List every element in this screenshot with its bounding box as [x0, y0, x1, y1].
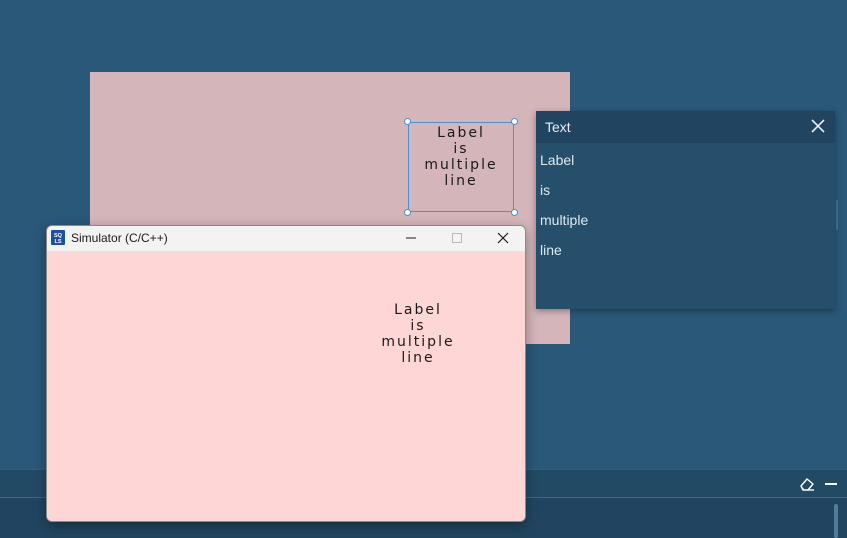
text-line: Label	[540, 152, 575, 168]
simulator-label-line: multiple	[381, 334, 455, 350]
app-icon: SQ LS	[51, 230, 65, 245]
text-line: multiple	[540, 212, 589, 228]
selected-label-widget[interactable]: Label is multiple line	[404, 118, 518, 216]
minimize-icon[interactable]	[824, 476, 838, 492]
resize-handle-top-right[interactable]	[511, 118, 518, 125]
simulator-screen[interactable]: Label is multiple line	[47, 251, 525, 521]
simulator-window: SQ LS Simulator (C/C++) Label is multipl…	[46, 225, 526, 522]
design-label-line: is	[453, 141, 469, 157]
bottom-scrollbar[interactable]	[834, 504, 838, 538]
svg-text:LS: LS	[54, 239, 61, 245]
design-label-line: line	[444, 173, 478, 189]
right-scrollbar[interactable]	[836, 200, 838, 230]
close-icon[interactable]	[480, 226, 525, 251]
maximize-icon[interactable]	[434, 226, 480, 251]
text-panel-title: Text	[545, 119, 571, 135]
close-icon[interactable]	[809, 117, 827, 135]
minimize-icon[interactable]	[388, 226, 434, 251]
simulator-label-text: Label is multiple line	[369, 302, 467, 366]
text-line: is	[540, 182, 551, 198]
workspace: Label is multiple line Text Label is mul…	[0, 0, 847, 538]
simulator-title: Simulator (C/C++)	[71, 231, 168, 245]
eraser-icon[interactable]	[799, 476, 815, 492]
simulator-label-line: is	[410, 318, 426, 334]
text-panel-header: Text	[536, 111, 835, 143]
simulator-titlebar[interactable]: SQ LS Simulator (C/C++)	[47, 226, 525, 251]
design-label-line: Label	[437, 125, 485, 141]
design-label-text: Label is multiple line	[409, 125, 513, 189]
resize-handle-top-left[interactable]	[404, 118, 411, 125]
resize-handle-bottom-left[interactable]	[404, 209, 411, 216]
design-label-line: multiple	[424, 157, 498, 173]
simulator-label-line: line	[401, 350, 435, 366]
text-line: line	[540, 242, 562, 258]
resize-handle-bottom-right[interactable]	[511, 209, 518, 216]
simulator-label-line: Label	[394, 302, 442, 318]
text-editor-panel: Text Label is multiple line	[536, 111, 835, 309]
text-input-area[interactable]: Label is multiple line	[536, 143, 835, 271]
